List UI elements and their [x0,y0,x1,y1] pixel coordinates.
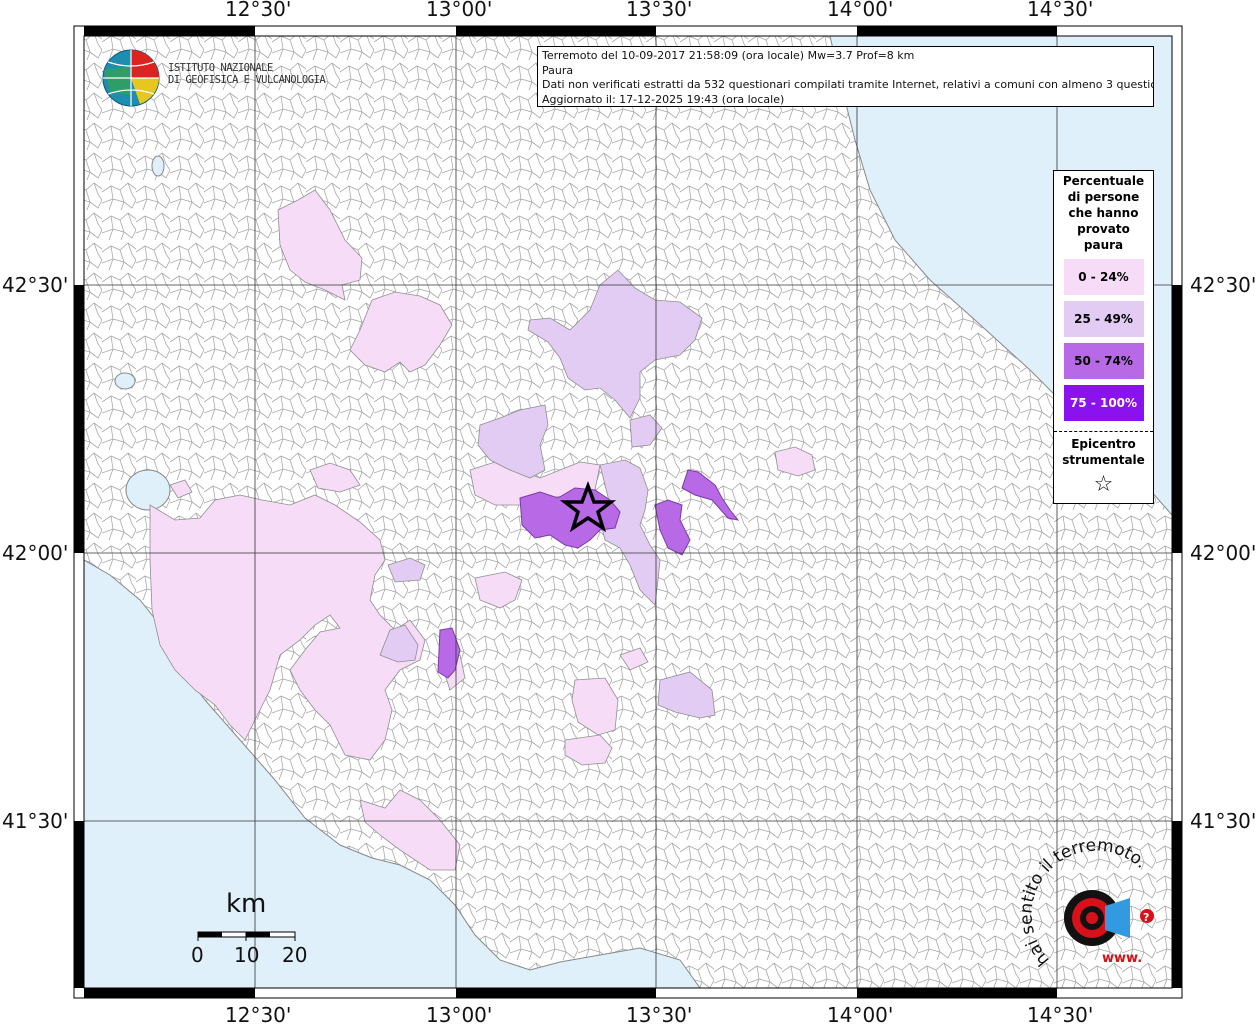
event-info-line-4: Aggiornato il: 17-12-2025 19:43 (ora loc… [542,92,785,106]
lon-label-top-1: 12°30' [225,0,291,21]
star-icon: ☆ [1093,472,1114,497]
legend-epicenter-label: Epicentro strumentale [1062,437,1145,467]
lake-bracciano [125,469,171,511]
brand-www: www. [1102,951,1142,966]
lon-label-top-2: 13°00' [426,0,492,21]
scale-unit-label: km [226,889,267,919]
ingv-logo-text: ISTITUTO NAZIONALE DI GEOFISICA E VULCAN… [168,62,326,86]
lon-label-top-4: 14°00' [827,0,893,21]
event-info-box: Terremoto del 10-09-2017 21:58:09 (ora l… [537,46,1154,107]
lat-label-left-3: 41°30' [2,809,68,833]
legend-class-50-74: 50 - 74% [1063,343,1144,379]
legend-class-0-24: 0 - 24% [1063,259,1144,295]
lake-small-2 [151,155,165,177]
lon-label-bottom-3: 13°30' [626,1003,692,1024]
lon-label-bottom-4: 14°00' [827,1003,893,1024]
legend: Percentuale di persone che hanno provato… [1053,170,1154,504]
legend-class-25-49: 25 - 49% [1063,301,1144,337]
map-canvas: 12°30' 13°00' 13°30' 14°00' 14°30' 12°30… [0,0,1256,1024]
lat-label-right-2: 42°00' [1190,541,1256,565]
lon-label-bottom-5: 14°30' [1027,1003,1093,1024]
scale-tick-0: 0 [191,943,204,967]
event-info-line-3: Dati non verificati estratti da 532 ques… [542,78,1154,91]
lon-label-top-5: 14°30' [1027,0,1093,21]
legend-separator [1054,431,1153,432]
scale-tick-10: 10 [234,943,260,967]
lake-small-1 [114,372,136,390]
lat-label-right-3: 41°30' [1190,809,1256,833]
event-info-line-2: Paura [542,63,574,77]
lat-label-left-1: 42°30' [2,273,68,297]
lon-label-bottom-2: 13°00' [426,1003,492,1024]
lon-label-bottom-1: 12°30' [225,1003,291,1024]
legend-title: Percentuale di persone che hanno provato… [1062,174,1145,252]
legend-class-75-100: 75 - 100% [1063,385,1144,421]
ingv-logo-icon [102,49,160,107]
event-info-line-1: Terremoto del 10-09-2017 21:58:09 (ora l… [542,49,915,62]
lat-label-right-1: 42°30' [1190,273,1256,297]
lat-label-left-2: 42°00' [2,541,68,565]
svg-text:?: ? [1143,911,1149,924]
scale-tick-20: 20 [282,943,308,967]
lon-label-top-3: 13°30' [626,0,692,21]
